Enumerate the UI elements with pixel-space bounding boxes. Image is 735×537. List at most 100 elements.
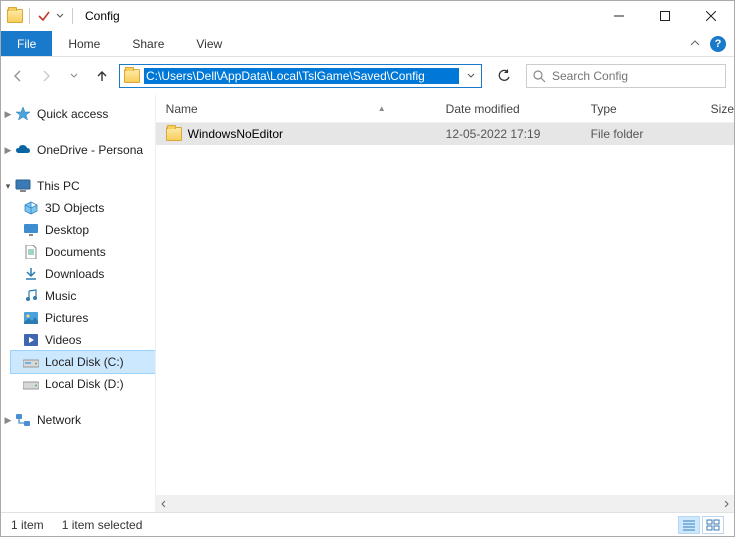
search-input[interactable] — [552, 69, 719, 83]
status-count: 1 item — [11, 518, 44, 532]
desktop-icon — [23, 222, 39, 238]
status-bar: 1 item 1 item selected — [1, 512, 734, 536]
forward-button[interactable] — [37, 67, 55, 85]
window-title: Config — [85, 9, 120, 23]
thumbnails-view-button[interactable] — [702, 516, 724, 534]
sidebar-item-label: Quick access — [37, 107, 108, 121]
content-pane: Name ▲ Date modified Type Size WindowsNo… — [155, 95, 734, 512]
sidebar-item-label: OneDrive - Persona — [37, 143, 143, 157]
sidebar-item-label: Desktop — [45, 223, 89, 237]
sidebar-item-local-disk-d[interactable]: Local Disk (D:) — [11, 373, 155, 395]
details-view-button[interactable] — [678, 516, 700, 534]
titlebar-left: Config — [1, 8, 120, 24]
column-size[interactable]: Size — [711, 102, 734, 116]
sidebar-item-label: Network — [37, 413, 81, 427]
recent-dropdown-icon[interactable] — [65, 67, 83, 85]
file-row[interactable]: WindowsNoEditor 12-05-2022 17:19 File fo… — [156, 123, 734, 145]
chevron-right-icon[interactable]: ▶ — [3, 109, 13, 120]
sidebar-item-label: Local Disk (D:) — [45, 377, 124, 391]
scroll-left-icon[interactable] — [156, 495, 173, 512]
status-selected: 1 item selected — [62, 518, 143, 532]
qat-dropdown-icon[interactable] — [54, 8, 66, 24]
sidebar-item-label: This PC — [37, 179, 80, 193]
network-icon — [15, 412, 31, 428]
qat-properties-icon[interactable] — [36, 8, 52, 24]
sidebar-item-label: Local Disk (C:) — [45, 355, 124, 369]
nav-arrows — [9, 67, 111, 85]
app-folder-icon — [7, 9, 23, 23]
folder-icon — [166, 127, 182, 141]
column-label: Date modified — [446, 102, 520, 116]
details-view-icon — [682, 519, 696, 531]
file-type: File folder — [591, 127, 711, 141]
address-dropdown-icon[interactable] — [459, 71, 481, 81]
sidebar-this-pc[interactable]: ▾ This PC — [11, 175, 155, 197]
main: ▶ Quick access ▶ OneDrive - Persona ▾ — [1, 95, 734, 512]
column-label: Name — [166, 102, 198, 116]
ribbon-right: ? — [690, 31, 734, 56]
sidebar-item-label: Music — [45, 289, 76, 303]
pc-icon — [15, 178, 31, 194]
minimize-button[interactable] — [596, 1, 642, 31]
scroll-track[interactable] — [173, 495, 717, 512]
column-label: Size — [711, 102, 734, 116]
file-date: 12-05-2022 17:19 — [446, 127, 591, 141]
separator — [72, 8, 73, 24]
sidebar-item-label: Documents — [45, 245, 106, 259]
sidebar-item-label: 3D Objects — [45, 201, 104, 215]
horizontal-scrollbar[interactable] — [156, 495, 734, 512]
address-folder-icon — [124, 69, 140, 83]
view-buttons — [678, 516, 724, 534]
column-type[interactable]: Type — [591, 102, 711, 116]
chevron-right-icon[interactable]: ▶ — [3, 415, 13, 426]
close-button[interactable] — [688, 1, 734, 31]
address-bar[interactable] — [119, 64, 482, 88]
ribbon-collapse-icon[interactable] — [690, 39, 700, 49]
sidebar-item-videos[interactable]: Videos — [11, 329, 155, 351]
pictures-icon — [23, 310, 39, 326]
column-name[interactable]: Name ▲ — [166, 102, 446, 116]
scroll-right-icon[interactable] — [717, 495, 734, 512]
sidebar-item-documents[interactable]: Documents — [11, 241, 155, 263]
sidebar-item-label: Videos — [45, 333, 81, 347]
maximize-button[interactable] — [642, 1, 688, 31]
sidebar-quick-access[interactable]: ▶ Quick access — [11, 103, 155, 125]
window-controls — [596, 1, 734, 31]
thumbnails-view-icon — [706, 519, 720, 531]
separator — [29, 8, 30, 24]
navbar — [1, 57, 734, 95]
tab-home[interactable]: Home — [52, 31, 116, 56]
sort-asc-icon: ▲ — [378, 104, 386, 113]
chevron-right-icon[interactable]: ▶ — [3, 145, 13, 156]
sidebar-onedrive[interactable]: ▶ OneDrive - Persona — [11, 139, 155, 161]
sidebar-item-music[interactable]: Music — [11, 285, 155, 307]
star-icon — [15, 106, 31, 122]
chevron-down-icon[interactable]: ▾ — [3, 181, 13, 192]
refresh-button[interactable] — [490, 64, 518, 88]
document-icon — [23, 244, 39, 260]
sidebar-item-label: Pictures — [45, 311, 88, 325]
file-name: WindowsNoEditor — [188, 127, 283, 141]
cloud-icon — [15, 142, 31, 158]
back-button[interactable] — [9, 67, 27, 85]
sidebar-item-label: Downloads — [45, 267, 104, 281]
search-box[interactable] — [526, 64, 726, 88]
drive-icon — [23, 354, 39, 370]
sidebar-item-3d-objects[interactable]: 3D Objects — [11, 197, 155, 219]
sidebar-item-desktop[interactable]: Desktop — [11, 219, 155, 241]
help-icon[interactable]: ? — [710, 36, 726, 52]
tab-view[interactable]: View — [180, 31, 238, 56]
sidebar-item-pictures[interactable]: Pictures — [11, 307, 155, 329]
drive-icon — [23, 376, 39, 392]
sidebar-item-local-disk-c[interactable]: Local Disk (C:) — [11, 351, 155, 373]
address-input[interactable] — [144, 68, 459, 84]
file-tab[interactable]: File — [1, 31, 52, 56]
tab-share[interactable]: Share — [116, 31, 180, 56]
cube-icon — [23, 200, 39, 216]
sidebar-item-downloads[interactable]: Downloads — [11, 263, 155, 285]
column-date[interactable]: Date modified — [446, 102, 591, 116]
sidebar-network[interactable]: ▶ Network — [11, 409, 155, 431]
file-list[interactable]: WindowsNoEditor 12-05-2022 17:19 File fo… — [156, 123, 734, 495]
up-button[interactable] — [93, 67, 111, 85]
download-icon — [23, 266, 39, 282]
